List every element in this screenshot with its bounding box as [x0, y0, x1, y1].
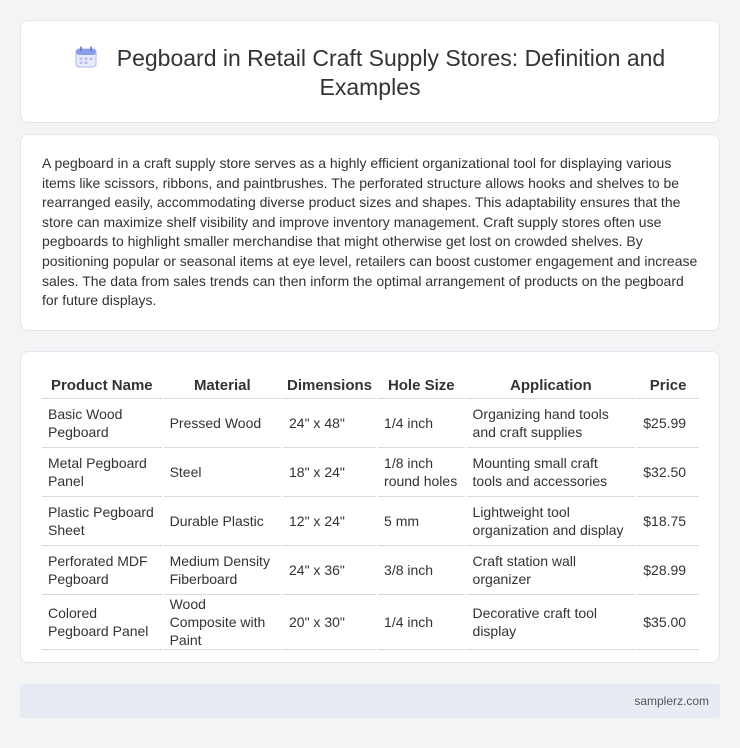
cell-application: Lightweight tool organization and displa… [464, 496, 637, 546]
cell-material: Wood Composite with Paint [161, 594, 282, 650]
header-application: Application [464, 373, 637, 399]
header-hole-size: Hole Size [376, 373, 466, 399]
table-row: Colored Pegboard Panel Wood Composite wi… [42, 594, 699, 650]
cell-application: Organizing hand tools and craft supplies [464, 398, 637, 448]
cell-product-name: Plastic Pegboard Sheet [42, 496, 163, 546]
title-card: Pegboard in Retail Craft Supply Stores: … [20, 20, 720, 123]
header-dimensions: Dimensions [280, 373, 378, 399]
cell-material: Steel [161, 447, 282, 497]
cell-material: Durable Plastic [161, 496, 282, 546]
description-card: A pegboard in a craft supply store serve… [20, 134, 720, 331]
cell-product-name: Metal Pegboard Panel [42, 447, 163, 497]
cell-price: $28.99 [635, 545, 699, 595]
cell-application: Decorative craft tool display [464, 594, 637, 650]
calendar-icon [75, 46, 97, 68]
header-material: Material [161, 373, 282, 399]
cell-hole-size: 3/8 inch [376, 545, 466, 595]
pegboard-table: Product Name Material Dimensions Hole Si… [42, 373, 699, 650]
cell-dimensions: 20" x 30" [280, 594, 378, 650]
cell-product-name: Colored Pegboard Panel [42, 594, 163, 650]
table-header-row: Product Name Material Dimensions Hole Si… [42, 373, 699, 399]
cell-price: $25.99 [635, 398, 699, 448]
cell-hole-size: 1/8 inch round holes [376, 447, 466, 497]
cell-hole-size: 1/4 inch [376, 594, 466, 650]
header-product-name: Product Name [42, 373, 163, 399]
cell-price: $18.75 [635, 496, 699, 546]
footer-bar: samplerz.com [20, 684, 720, 718]
cell-dimensions: 24" x 48" [280, 398, 378, 448]
cell-price: $32.50 [635, 447, 699, 497]
table-row: Metal Pegboard Panel Steel 18" x 24" 1/8… [42, 447, 699, 497]
cell-dimensions: 12" x 24" [280, 496, 378, 546]
cell-application: Craft station wall organizer [464, 545, 637, 595]
cell-hole-size: 1/4 inch [376, 398, 466, 448]
cell-material: Medium Density Fiberboard [161, 545, 282, 595]
footer-site-link[interactable]: samplerz.com [634, 694, 709, 708]
description-text: A pegboard in a craft supply store serve… [42, 155, 698, 309]
page-title-wrapper: Pegboard in Retail Craft Supply Stores: … [21, 44, 719, 102]
page-title: Pegboard in Retail Craft Supply Stores: … [116, 45, 666, 100]
header-price: Price [635, 373, 699, 399]
cell-material: Pressed Wood [161, 398, 282, 448]
cell-product-name: Perforated MDF Pegboard [42, 545, 163, 595]
cell-hole-size: 5 mm [376, 496, 466, 546]
cell-dimensions: 24" x 36" [280, 545, 378, 595]
table-row: Plastic Pegboard Sheet Durable Plastic 1… [42, 496, 699, 546]
table-card: Product Name Material Dimensions Hole Si… [20, 351, 720, 663]
cell-product-name: Basic Wood Pegboard [42, 398, 163, 448]
table-row: Perforated MDF Pegboard Medium Density F… [42, 545, 699, 595]
cell-price: $35.00 [635, 594, 699, 650]
cell-application: Mounting small craft tools and accessori… [464, 447, 637, 497]
table-row: Basic Wood Pegboard Pressed Wood 24" x 4… [42, 398, 699, 448]
cell-dimensions: 18" x 24" [280, 447, 378, 497]
